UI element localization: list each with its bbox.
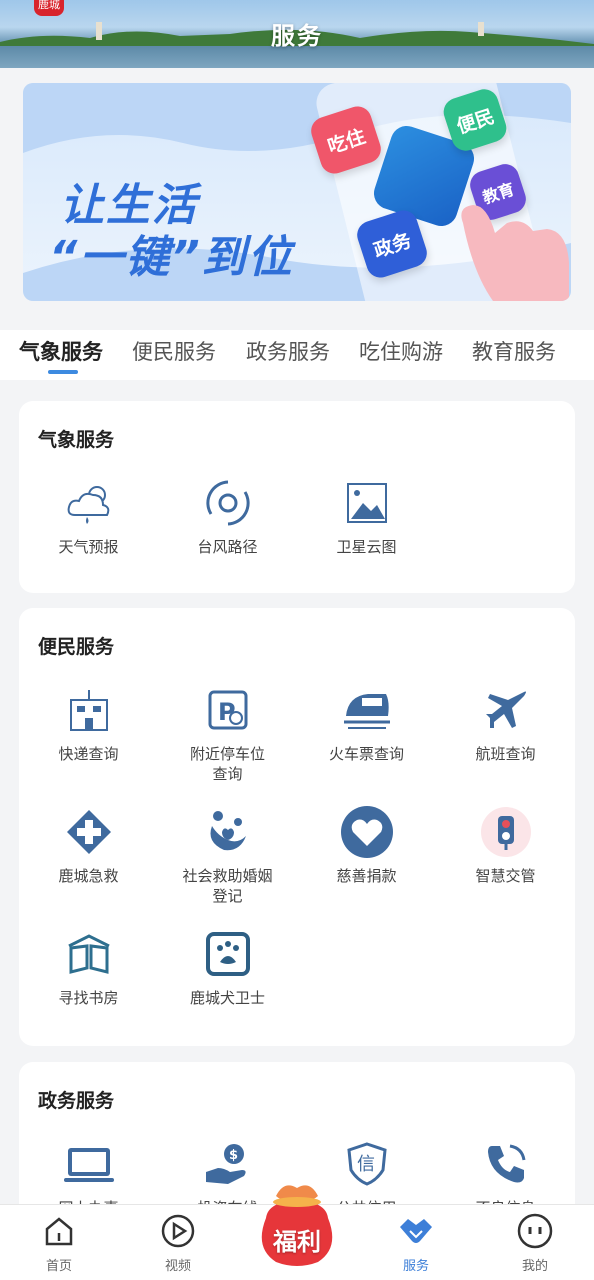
investment-icon: $ <box>202 1138 254 1190</box>
service-label: 航班查询 <box>475 745 536 763</box>
section-title: 气象服务 <box>38 429 115 451</box>
service-label: 智慧交管 <box>475 867 536 885</box>
phone-icon <box>480 1138 532 1190</box>
tab-food-travel[interactable]: 吃住购游 <box>359 336 443 366</box>
weather-cloud-icon <box>63 477 115 529</box>
active-tab-indicator <box>48 370 78 374</box>
laptop-icon <box>63 1138 115 1190</box>
credit-shield-icon: 信 <box>341 1138 393 1190</box>
heart-icon <box>340 806 393 858</box>
service-find-study[interactable]: 寻找书房 <box>19 928 158 1008</box>
nav-video[interactable]: 视频 <box>133 1213 223 1274</box>
service-label: 慈善捐款 <box>336 867 397 885</box>
nav-service[interactable]: 服务 <box>371 1213 461 1274</box>
satellite-image-icon <box>341 477 393 529</box>
service-label: 鹿城犬卫士 <box>189 989 265 1007</box>
service-label: 火车票查询 <box>328 745 404 763</box>
service-emergency-aid[interactable]: 鹿城急救 <box>19 806 158 886</box>
section-title: 政务服务 <box>38 1090 115 1112</box>
nav-home[interactable]: 首页 <box>14 1213 104 1274</box>
plane-icon <box>480 684 532 736</box>
nav-label: 视频 <box>164 1259 191 1274</box>
category-tabs: 气象服务 便民服务 政务服务 吃住购游 教育服务 <box>0 330 594 380</box>
family-icon <box>202 806 254 858</box>
parking-icon: P <box>202 684 254 736</box>
service-label: 快递查询 <box>58 745 119 763</box>
hand-icon <box>461 205 569 301</box>
service-label: 附近停车位查询 <box>189 745 265 783</box>
service-label: 台风路径 <box>197 538 258 556</box>
page-title: 服务 <box>271 22 323 50</box>
section-title: 便民服务 <box>38 636 115 658</box>
svg-text:$: $ <box>229 1148 238 1163</box>
train-icon <box>341 684 393 736</box>
service-label: 鹿城急救 <box>58 867 119 885</box>
service-satellite-cloud[interactable]: 卫星云图 <box>297 477 436 557</box>
medical-cross-icon <box>63 806 115 858</box>
nav-label: 我的 <box>521 1259 548 1274</box>
promo-banner[interactable]: 吃住 便民 教育 政务 让生活 “一键”到位 <box>23 83 571 301</box>
app-logo: 鹿城 <box>34 0 64 16</box>
tab-weather[interactable]: 气象服务 <box>19 336 103 366</box>
convenience-section: 便民服务 快递查询 P 附近停车位查询 火车票查询 航班查询 鹿城急救 社会救助 <box>19 608 575 1046</box>
svg-text:信: 信 <box>357 1154 375 1175</box>
tab-government[interactable]: 政务服务 <box>246 336 330 366</box>
building-icon <box>63 684 115 736</box>
service-flight-query[interactable]: 航班查询 <box>436 684 575 764</box>
home-icon <box>41 1213 77 1249</box>
paw-icon <box>202 928 254 980</box>
header-bar: 鹿城 服务 <box>0 0 594 68</box>
traffic-light-icon <box>480 806 532 858</box>
service-dog-guard[interactable]: 鹿城犬卫士 <box>158 928 297 1008</box>
welfare-button[interactable]: 福利 <box>254 1178 340 1268</box>
nav-label: 服务 <box>402 1259 429 1274</box>
welfare-label: 福利 <box>273 1228 321 1256</box>
banner-headline-2: “一键”到位 <box>49 232 294 283</box>
service-label: 社会救助婚姻登记 <box>182 867 273 905</box>
nav-label: 首页 <box>45 1259 72 1274</box>
service-typhoon-path[interactable]: 台风路径 <box>158 477 297 557</box>
profile-face-icon <box>517 1213 553 1249</box>
play-icon <box>160 1213 196 1249</box>
typhoon-icon <box>202 477 254 529</box>
service-label: 天气预报 <box>58 538 119 556</box>
service-train-tickets[interactable]: 火车票查询 <box>297 684 436 764</box>
service-label: 寻找书房 <box>58 989 119 1007</box>
tab-convenience[interactable]: 便民服务 <box>132 336 216 366</box>
weather-section: 气象服务 天气预报 台风路径 卫星云图 <box>19 401 575 593</box>
service-charity-donation[interactable]: 慈善捐款 <box>297 806 436 886</box>
service-express-query[interactable]: 快递查询 <box>19 684 158 764</box>
book-icon <box>63 928 115 980</box>
nav-mine[interactable]: 我的 <box>490 1213 580 1274</box>
service-social-assistance[interactable]: 社会救助婚姻登记 <box>158 806 297 906</box>
service-weather-forecast[interactable]: 天气预报 <box>19 477 158 557</box>
service-label: 卫星云图 <box>336 538 397 556</box>
service-nearby-parking[interactable]: P 附近停车位查询 <box>158 684 297 784</box>
tab-education[interactable]: 教育服务 <box>472 336 556 366</box>
service-smart-traffic[interactable]: 智慧交管 <box>436 806 575 886</box>
handshake-icon <box>398 1213 434 1249</box>
